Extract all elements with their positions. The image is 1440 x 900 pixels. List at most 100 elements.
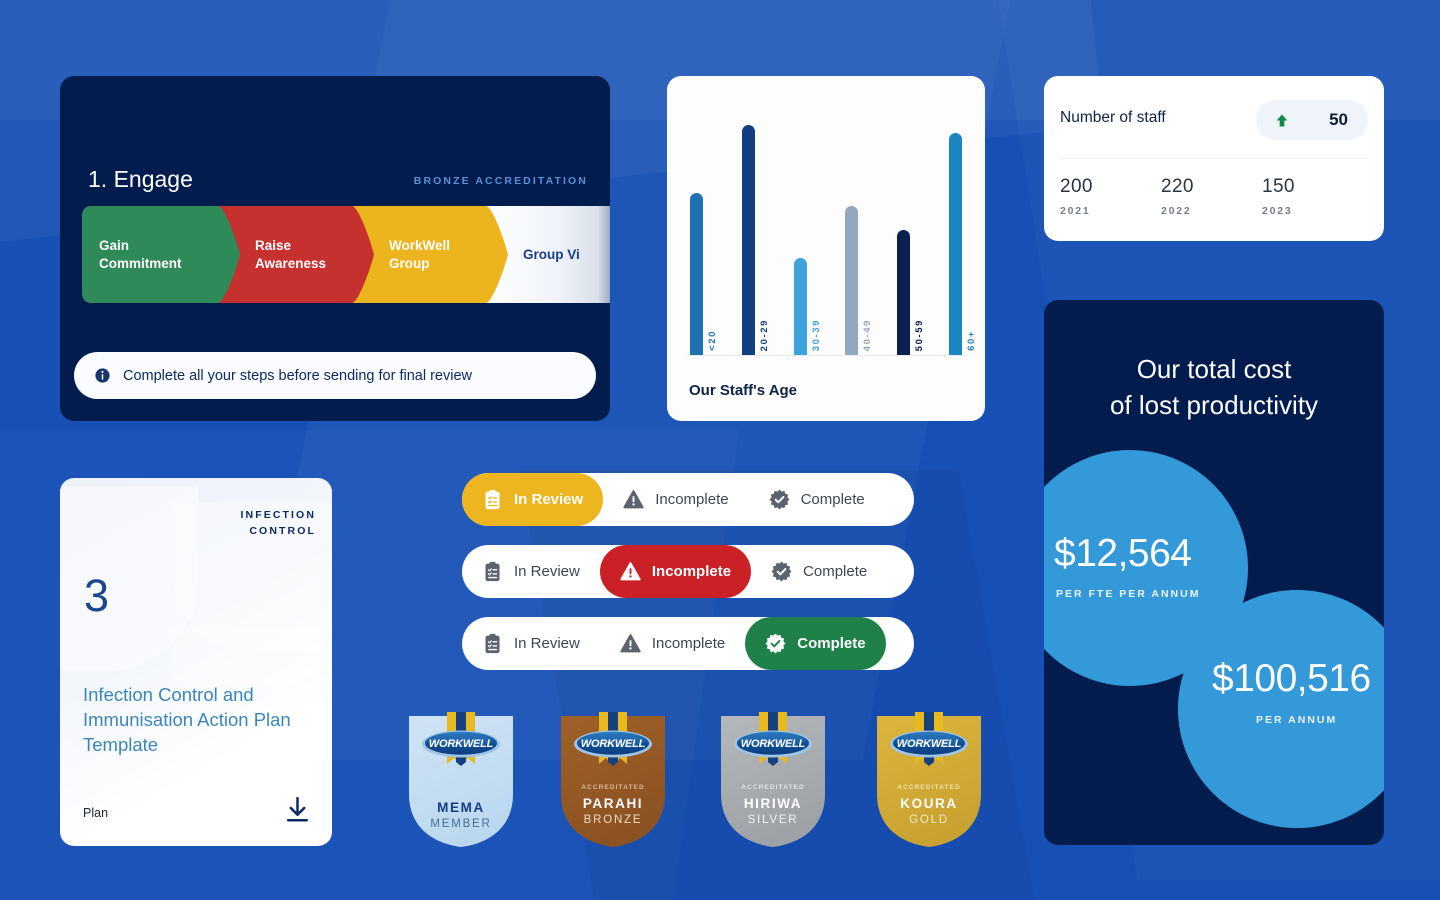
accreditation-badge-parahi[interactable]: WORKWELL ACCREDITATED PARAHI BRONZE [555,710,671,850]
status-option-label: In Review [514,635,580,652]
status-option-complete[interactable]: Complete [745,617,886,670]
chart-bars: <20 20-29 30-39 40-49 50-59 60+ [687,94,977,356]
warning-triangle-icon [620,634,641,653]
accreditation-label: BRONZE ACCREDITATION [413,175,588,187]
workwell-logo-text: WORKWELL [741,738,806,750]
chart-bar-column: 60+ [948,94,977,355]
clipboard-check-icon [485,633,500,654]
verified-check-icon [765,633,786,654]
engage-steps: Gain Commitment Raise Awareness WorkWell G… [82,206,610,303]
document-number: 3 [84,570,110,621]
badge-name: KOURA [900,796,958,811]
staff-delta-value: 50 [1329,110,1348,129]
clipboard-check-icon [485,489,500,510]
chart-bar [741,125,755,355]
cost-amount-total: $100,516 [1212,657,1371,700]
status-option-incomplete[interactable]: Incomplete [600,617,745,670]
badge-name: MEMA [437,800,485,815]
cost-unit-total: PER ANNUM [1256,714,1338,726]
chart-plot-area: <20 20-29 30-39 40-49 50-59 60+ [687,94,977,356]
shield-shape: WORKWELL [877,712,981,847]
staff-year-label: 2023 [1262,205,1293,217]
chart-bar-column: 30-39 [793,94,822,355]
document-template-card[interactable]: INFECTION CONTROL 3 Infection Control an… [60,478,332,846]
staff-year-label: 2021 [1060,205,1091,217]
document-category: INFECTION CONTROL [240,509,316,537]
shield-shape: WORKWELL [561,712,665,847]
status-option-complete[interactable]: Complete [751,545,887,598]
staff-year-label: 2022 [1161,205,1192,217]
chart-tick-label: 50-59 [914,318,926,351]
chart-x-axis [687,355,965,356]
badge-tier: GOLD [909,814,949,826]
clipboard-check-icon [485,561,500,582]
status-toggle-row: In Review Incomplete Complete [462,617,914,670]
staff-delta-badge: 50 [1256,100,1368,140]
badge-tier: BRONZE [583,814,643,826]
status-option-incomplete[interactable]: Incomplete [599,545,752,598]
document-title: Infection Control and Immunisation Actio… [83,684,291,755]
chart-tick-label: <20 [707,330,718,351]
chart-tick-label: 20-29 [758,318,770,351]
status-toggle-row: In Review Incomplete Complete [462,473,914,526]
engage-step-label: Gain Commitment [99,238,182,271]
chart-bar-column: 50-59 [897,94,925,355]
status-option-incomplete[interactable]: Incomplete [603,473,748,526]
accreditation-badge-hiriwa[interactable]: WORKWELL ACCREDITATED HIRIWA SILVER [715,710,831,850]
verified-check-icon [771,561,792,582]
staff-year-cell: 200 2021 [1060,176,1161,217]
chart-bar [793,258,807,355]
badge-accredited-label: ACCREDITATED [897,784,961,791]
cost-heading: Our total cost of lost productivity [1109,354,1319,420]
staff-year-cell: 150 2023 [1262,176,1363,217]
info-banner-text: Complete all your steps before sending f… [123,367,472,384]
staff-year-value: 220 [1161,176,1194,197]
accreditation-badge-mema[interactable]: WORKWELL MEMA MEMBER [403,710,519,850]
shield-shape: WORKWELL [721,712,825,847]
chart-bar-column: <20 [690,94,718,355]
badge-name: HIRIWA [743,796,803,811]
status-option-label: Complete [797,635,866,652]
chart-bar [948,133,962,355]
chart-tick-label: 40-49 [862,318,874,351]
workwell-logo-text: WORKWELL [581,738,646,750]
status-option-label: Complete [800,491,865,508]
lost-productivity-card: Our total cost of lost productivity $12,… [1044,300,1384,845]
download-icon [286,796,309,822]
staff-divider [1060,158,1368,159]
arrow-up-icon [1276,114,1288,126]
info-icon [95,368,110,383]
staff-year-row: 200 2021 220 2022 150 2023 [1060,176,1368,217]
status-option-complete[interactable]: Complete [749,473,885,526]
chart-bar-column: 40-49 [845,94,873,355]
status-option-label: In Review [514,491,584,508]
staff-count-label: Number of staff [1060,109,1166,126]
document-type: Plan [83,806,109,820]
status-option-label: In Review [514,563,580,580]
engage-step-1[interactable]: Gain Commitment [82,206,240,303]
chart-bar-column: 20-29 [741,94,770,355]
chart-title: Our Staff's Age [689,382,798,399]
badge-accredited-label: ACCREDITATED [741,784,805,791]
download-button[interactable] [285,796,310,828]
status-option-in-review[interactable]: In Review [462,473,604,526]
page-title: 1. Engage [88,166,193,192]
status-option-in-review[interactable]: In Review [462,617,600,670]
warning-triangle-icon [620,562,641,581]
doc-decoration-3 [172,626,322,686]
badge-accredited-label: ACCREDITATED [581,784,645,791]
cost-amount-fte: $12,564 [1054,532,1192,575]
staff-count-card: Number of staff 50 200 2021 220 2022 150 2023 [1044,76,1384,241]
verified-check-icon [769,489,790,510]
badge-tier: MEMBER [430,818,492,830]
accreditation-badge-koura[interactable]: WORKWELL ACCREDITATED KOURA GOLD [871,710,987,850]
chart-tick-label: 30-39 [810,318,822,351]
badge-name: PARAHI [582,796,644,811]
chart-bar [690,193,703,355]
warning-triangle-icon [623,490,644,509]
chart-tick-label: 60+ [965,330,977,351]
status-option-in-review[interactable]: In Review [462,545,600,598]
badge-tier: SILVER [747,814,799,826]
status-option-label: Incomplete [655,491,729,508]
staff-year-value: 150 [1262,176,1295,197]
